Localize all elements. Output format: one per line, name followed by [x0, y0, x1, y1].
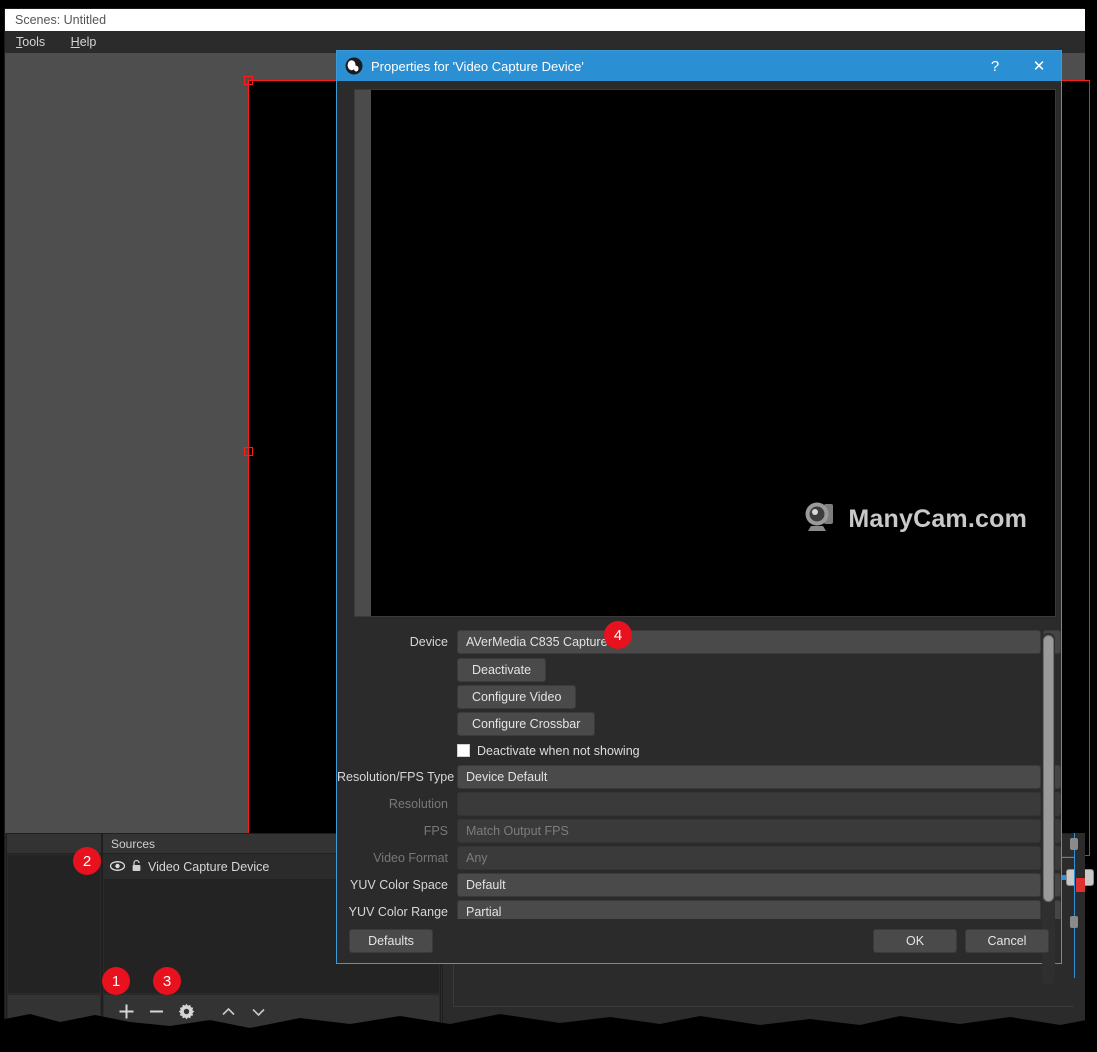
- obs-window-title: Scenes: Untitled: [15, 13, 106, 27]
- yuv-color-space-label: YUV Color Space: [337, 878, 457, 892]
- deactivate-button[interactable]: Deactivate: [457, 658, 546, 682]
- configure-crossbar-button[interactable]: Configure Crossbar: [457, 712, 595, 736]
- fps-control: Match Output FPS ▲▼: [457, 819, 1061, 843]
- properties-form: Device AVerMedia C835 Capture ▲▼ Deactiv…: [337, 629, 1061, 919]
- obs-logo-icon: [345, 57, 363, 75]
- deactivate-when-not-showing-checkbox[interactable]: Deactivate when not showing: [457, 738, 640, 764]
- annotation-badge-4: 4: [604, 621, 632, 649]
- webcam-icon: [802, 500, 838, 538]
- video-format-label: Video Format: [337, 851, 457, 865]
- field-fps: FPS Match Output FPS ▲▼: [337, 818, 1061, 844]
- yuv-color-range-label: YUV Color Range: [337, 905, 457, 919]
- fps-label: FPS: [337, 824, 457, 838]
- menu-help-label: elp: [80, 35, 97, 49]
- annotation-badge-2: 2: [73, 847, 101, 875]
- yuv-color-space-combo[interactable]: Default: [457, 873, 1041, 897]
- yuv-color-range-combo[interactable]: Partial: [457, 900, 1041, 919]
- controls-dock-strip: [1074, 833, 1085, 1030]
- properties-dialog: Properties for 'Video Capture Device' ? …: [336, 50, 1062, 964]
- ok-button[interactable]: OK: [873, 929, 957, 953]
- row-configure-video: Configure Video: [337, 683, 1061, 710]
- annotation-badge-1: 1: [102, 967, 130, 995]
- device-control: AVerMedia C835 Capture ▲▼: [457, 630, 1061, 654]
- device-label: Device: [337, 635, 457, 649]
- checkbox-label: Deactivate when not showing: [477, 744, 640, 758]
- menu-tools-label: ools: [22, 35, 45, 49]
- resolution-combo: [457, 792, 1041, 816]
- eye-icon[interactable]: [110, 860, 125, 875]
- manycam-watermark: ManyCam.com: [802, 500, 1027, 538]
- annotation-badge-3: 3: [153, 967, 181, 995]
- watermark-text: ManyCam.com: [848, 505, 1027, 534]
- obs-title-bar: Scenes: Untitled: [5, 9, 1085, 31]
- field-resolution-fps-type: Resolution/FPS Type Device Default ▲▼: [337, 764, 1061, 790]
- dialog-title: Properties for 'Video Capture Device': [371, 59, 973, 74]
- resolution-fps-type-label: Resolution/FPS Type: [337, 770, 457, 784]
- video-format-combo: Any: [457, 846, 1041, 870]
- field-video-format: Video Format Any ▲▼: [337, 845, 1061, 871]
- mixer-handle-lower[interactable]: [1070, 916, 1078, 928]
- row-deactivate: Deactivate: [337, 656, 1061, 683]
- field-yuv-color-space: YUV Color Space Default ▲▼: [337, 872, 1061, 898]
- field-resolution: Resolution ▼: [337, 791, 1061, 817]
- dialog-title-bar: Properties for 'Video Capture Device' ? …: [337, 51, 1061, 81]
- dialog-body: ManyCam.com Device AVerMedia C835 Captur…: [337, 81, 1061, 963]
- desktop-background-edge: [0, 1006, 1097, 1052]
- screen-root: Scenes: Untitled Tools Help Sources: [0, 0, 1097, 1052]
- controls-dock-edge: [1074, 833, 1075, 978]
- device-video-preview: ManyCam.com: [354, 89, 1056, 617]
- device-combo[interactable]: AVerMedia C835 Capture: [457, 630, 1041, 654]
- form-scrollbar-thumb[interactable]: [1043, 635, 1054, 902]
- field-device: Device AVerMedia C835 Capture ▲▼: [337, 629, 1061, 655]
- configure-video-button[interactable]: Configure Video: [457, 685, 576, 709]
- menu-help[interactable]: Help: [60, 31, 108, 53]
- cancel-button[interactable]: Cancel: [965, 929, 1049, 953]
- dialog-footer: Defaults OK Cancel: [337, 919, 1061, 963]
- row-configure-crossbar: Configure Crossbar: [337, 710, 1061, 737]
- mixer-handle-upper[interactable]: [1070, 838, 1078, 850]
- field-yuv-color-range: YUV Color Range Partial ▲▼: [337, 899, 1061, 919]
- lock-icon[interactable]: [131, 859, 142, 875]
- video-format-control: Any ▲▼: [457, 846, 1061, 870]
- resolution-fps-type-combo[interactable]: Device Default: [457, 765, 1041, 789]
- resolution-label: Resolution: [337, 797, 457, 811]
- row-deactivate-checkbox: Deactivate when not showing: [337, 737, 1061, 764]
- scenes-list[interactable]: [8, 855, 100, 993]
- close-icon[interactable]: ✕: [1017, 51, 1061, 81]
- yuv-color-range-control: Partial ▲▼: [457, 900, 1061, 919]
- checkbox-box[interactable]: [457, 744, 470, 757]
- defaults-button[interactable]: Defaults: [349, 929, 433, 953]
- preview-left-pad: [355, 90, 371, 616]
- record-indicator: [1076, 878, 1085, 892]
- fps-combo: Match Output FPS: [457, 819, 1041, 843]
- menu-tools[interactable]: Tools: [5, 31, 56, 53]
- source-name: Video Capture Device: [148, 860, 269, 874]
- yuv-color-space-control: Default ▲▼: [457, 873, 1061, 897]
- help-button[interactable]: ?: [973, 51, 1017, 81]
- resolution-control: ▼: [457, 792, 1061, 816]
- resolution-fps-type-control: Device Default ▲▼: [457, 765, 1061, 789]
